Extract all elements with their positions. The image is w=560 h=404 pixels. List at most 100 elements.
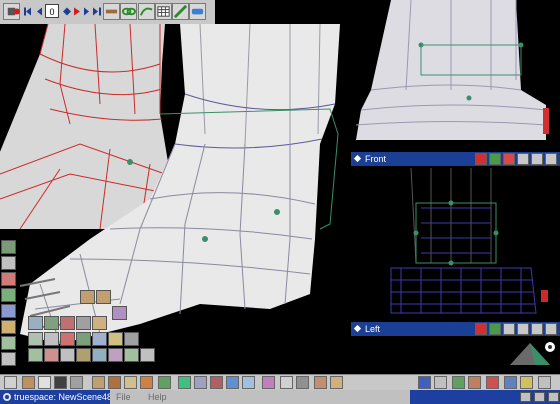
step-forward-icon[interactable] <box>82 3 92 20</box>
palette-tool-icon[interactable] <box>1 256 16 270</box>
close-icon[interactable] <box>475 153 487 165</box>
palette-tool-icon[interactable] <box>44 316 59 330</box>
left-viewport-titlebar[interactable]: Left <box>351 322 560 336</box>
palette-tool-icon[interactable] <box>76 332 91 346</box>
left-viewport[interactable] <box>351 168 560 322</box>
palette-tool-icon[interactable] <box>92 332 107 346</box>
toolbar-tool-icon[interactable] <box>296 376 309 389</box>
pan-icon[interactable] <box>545 153 557 165</box>
toolbar-tool-icon[interactable] <box>38 376 51 389</box>
palette-tool-icon[interactable] <box>1 304 16 318</box>
toolbar-tool-icon[interactable] <box>210 376 223 389</box>
bone-icon[interactable] <box>189 3 206 20</box>
palette-tool-icon[interactable] <box>60 348 75 362</box>
close-icon[interactable] <box>548 392 559 402</box>
palette-tool-icon[interactable] <box>124 332 139 346</box>
front-viewport-titlebar[interactable]: Front <box>351 152 560 166</box>
palette-tool-icon[interactable] <box>140 348 155 362</box>
palette-tool-icon[interactable] <box>60 316 75 330</box>
view-refresh-icon[interactable] <box>489 323 501 335</box>
toolbar-tool-icon[interactable] <box>452 376 465 389</box>
toolbar-tool-icon[interactable] <box>262 376 275 389</box>
foot-wireframe-left <box>390 168 548 314</box>
toolbar-tool-icon[interactable] <box>520 376 533 389</box>
palette-tool-icon[interactable] <box>76 348 91 362</box>
step-back-icon[interactable] <box>34 3 44 20</box>
palette-tool-icon[interactable] <box>1 240 16 254</box>
toolbar-tool-icon[interactable] <box>330 376 343 389</box>
deform-icon[interactable] <box>172 3 189 20</box>
maximize-icon[interactable] <box>534 392 545 402</box>
toolbar-tool-icon[interactable] <box>124 376 137 389</box>
palette-tool-icon[interactable] <box>108 348 123 362</box>
palette-tool-icon[interactable] <box>96 290 111 304</box>
rotate-icon[interactable] <box>531 323 543 335</box>
palette-tool-icon[interactable] <box>28 348 43 362</box>
palette-tool-icon[interactable] <box>60 332 75 346</box>
zoom-icon[interactable] <box>517 323 529 335</box>
toolbar-tool-icon[interactable] <box>140 376 153 389</box>
toolbar-tool-icon[interactable] <box>158 376 171 389</box>
toolbar-tool-icon[interactable] <box>434 376 447 389</box>
toolbar-tool-icon[interactable] <box>538 376 551 389</box>
front-viewport[interactable] <box>351 0 560 150</box>
app-logo-icon <box>3 393 11 401</box>
toolbar-tool-icon[interactable] <box>418 376 431 389</box>
select-object-icon[interactable] <box>4 376 17 389</box>
toolbar-tool-icon[interactable] <box>226 376 239 389</box>
toolbar-tool-icon[interactable] <box>504 376 517 389</box>
toolbar-tool-icon[interactable] <box>486 376 499 389</box>
palette-tool-icon[interactable] <box>108 332 123 346</box>
toolbar-tool-icon[interactable] <box>314 376 327 389</box>
menu-file[interactable]: File <box>116 391 131 403</box>
palette-tool-icon[interactable] <box>44 348 59 362</box>
viewport-menu-icon[interactable] <box>353 324 362 333</box>
path-icon[interactable] <box>138 3 155 20</box>
palette-tool-icon[interactable] <box>80 290 95 304</box>
keyframe-icon[interactable] <box>62 3 72 20</box>
palette-tool-icon[interactable] <box>28 316 43 330</box>
toolbar-tool-icon[interactable] <box>242 376 255 389</box>
palette-tool-icon[interactable] <box>92 348 107 362</box>
viewport-menu-icon[interactable] <box>353 154 362 163</box>
palette-tool-icon[interactable] <box>1 272 16 286</box>
palette-tool-icon[interactable] <box>92 316 107 330</box>
camera-icon[interactable] <box>503 323 515 335</box>
table-icon[interactable] <box>155 3 172 20</box>
palette-tool-icon[interactable] <box>1 288 16 302</box>
toolbar-tool-icon[interactable] <box>194 376 207 389</box>
close-icon[interactable] <box>475 323 487 335</box>
frame-number-field[interactable]: 0 <box>45 4 59 18</box>
toolbar-tool-icon[interactable] <box>468 376 481 389</box>
minimize-icon[interactable] <box>520 392 531 402</box>
palette-tool-icon[interactable] <box>76 316 91 330</box>
palette-tool-icon[interactable] <box>1 336 16 350</box>
link-chain-icon[interactable] <box>120 3 137 20</box>
toolbar-tool-icon[interactable] <box>92 376 105 389</box>
pan-icon[interactable] <box>545 323 557 335</box>
navigation-widget[interactable] <box>505 335 560 375</box>
toolbar-tool-icon[interactable] <box>22 376 35 389</box>
palette-tool-icon[interactable] <box>112 306 127 320</box>
play-icon[interactable] <box>72 3 82 20</box>
navigation-arrows-icon[interactable] <box>505 335 560 375</box>
toolbar-tool-icon[interactable] <box>108 376 121 389</box>
camera-icon[interactable] <box>517 153 529 165</box>
toolbar-tool-icon[interactable] <box>54 376 67 389</box>
record-icon[interactable] <box>12 3 22 20</box>
toolbar-tool-icon[interactable] <box>70 376 83 389</box>
view-refresh-icon[interactable] <box>489 153 501 165</box>
menu-help[interactable]: Help <box>148 391 167 403</box>
rewind-icon[interactable] <box>23 3 33 20</box>
toolbar-tool-icon[interactable] <box>178 376 191 389</box>
palette-tool-icon[interactable] <box>124 348 139 362</box>
animation-key-icon[interactable] <box>103 3 120 20</box>
palette-tool-icon[interactable] <box>44 332 59 346</box>
toolbar-tool-icon[interactable] <box>280 376 293 389</box>
palette-tool-icon[interactable] <box>28 332 43 346</box>
palette-tool-icon[interactable] <box>1 352 16 366</box>
render-icon[interactable] <box>503 153 515 165</box>
zoom-icon[interactable] <box>531 153 543 165</box>
palette-tool-icon[interactable] <box>1 320 16 334</box>
fast-forward-icon[interactable] <box>92 3 102 20</box>
